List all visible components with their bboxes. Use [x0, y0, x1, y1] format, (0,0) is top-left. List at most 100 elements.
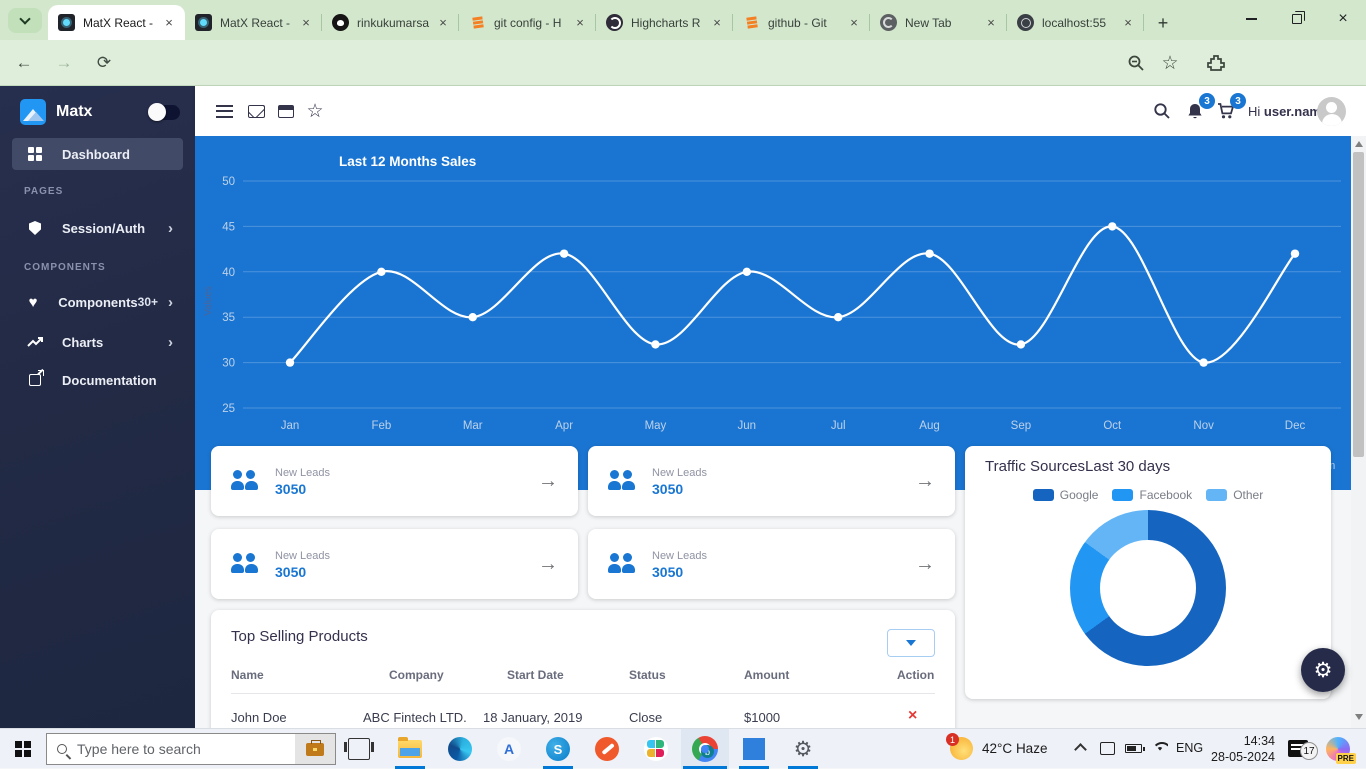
notifications-bell-icon[interactable]: 3 — [1183, 99, 1207, 123]
copilot-icon[interactable]: PRE — [1326, 737, 1350, 761]
column-header-status: Status — [629, 668, 666, 682]
sidebar-item-documentation[interactable]: Documentation — [12, 364, 183, 396]
sidebar-item-label: Dashboard — [62, 147, 173, 162]
taskbar-search-box[interactable]: Type here to search — [46, 733, 336, 765]
maximize-icon — [1292, 14, 1302, 24]
window-maximize-button[interactable] — [1274, 0, 1320, 38]
reload-button[interactable]: ⟳ — [90, 49, 118, 77]
scrollbar[interactable] — [1351, 136, 1366, 728]
browser-tab-5[interactable]: Highcharts R× — [596, 5, 733, 40]
task-view-icon[interactable] — [348, 738, 370, 760]
browser-tab-6[interactable]: github - Git× — [733, 5, 870, 40]
delete-row-x-icon[interactable]: × — [908, 707, 917, 725]
tab-close-icon[interactable]: × — [435, 15, 451, 31]
table-filter-dropdown[interactable] — [887, 629, 935, 657]
taskbar-a-app[interactable]: A — [485, 729, 533, 769]
table-title: Top Selling Products — [231, 628, 368, 645]
tab-label: Highcharts R — [631, 16, 709, 30]
forward-button[interactable]: → — [50, 49, 78, 77]
sidebar-section-pages: PAGES — [24, 186, 63, 197]
tab-list-chevron-button[interactable] — [8, 8, 42, 33]
tab-label: git config - H — [494, 16, 572, 30]
svg-text:50: 50 — [222, 176, 235, 188]
wifi-icon[interactable] — [1152, 742, 1168, 754]
tab-close-icon[interactable]: × — [1120, 15, 1136, 31]
new-leads-card-2[interactable]: New Leads3050 → — [588, 446, 955, 516]
tab-close-icon[interactable]: × — [709, 15, 725, 31]
new-leads-card-4[interactable]: New Leads3050 → — [588, 529, 955, 599]
browser-tab-4[interactable]: git config - H× — [459, 5, 596, 40]
sidebar-item-session-auth[interactable]: Session/Auth › — [12, 212, 183, 244]
cell-amount: $1000 — [744, 710, 780, 725]
tab-close-icon[interactable]: × — [161, 15, 177, 31]
arrow-right-icon[interactable]: → — [915, 470, 935, 493]
tab-close-icon[interactable]: × — [298, 15, 314, 31]
device-tray-icon[interactable] — [1100, 742, 1115, 755]
taskbar-slack[interactable] — [632, 729, 680, 769]
avatar[interactable] — [1317, 97, 1346, 126]
window-minimize-button[interactable] — [1228, 0, 1274, 38]
arrow-right-icon[interactable]: → — [538, 553, 558, 576]
cell-company: ABC Fintech LTD. — [363, 710, 467, 725]
menu-hamburger-icon[interactable] — [212, 99, 236, 123]
browser-tab-1[interactable]: MatX React -× — [48, 5, 185, 40]
web-asset-icon[interactable] — [274, 99, 298, 123]
taskbar-edge[interactable] — [436, 729, 484, 769]
battery-icon[interactable] — [1125, 744, 1142, 753]
tab-close-icon[interactable]: × — [572, 15, 588, 31]
mail-icon[interactable] — [244, 99, 268, 123]
cart-icon[interactable]: 3 — [1214, 99, 1238, 123]
weather-text[interactable]: 42°C Haze — [982, 741, 1047, 756]
zoom-icon[interactable] — [1122, 49, 1150, 77]
browser-tab-2[interactable]: MatX React -× — [185, 5, 322, 40]
clock[interactable]: 14:34 28-05-2024 — [1205, 734, 1275, 765]
scrollbar-thumb[interactable] — [1353, 152, 1364, 457]
sidebar-item-label: Charts — [62, 335, 168, 350]
taskbar-postman[interactable] — [583, 729, 631, 769]
arrow-right-icon[interactable]: → — [538, 470, 558, 493]
sidebar-item-components[interactable]: ♥ Components 30+ › — [12, 286, 183, 318]
tray-expand-chevron[interactable] — [1076, 741, 1085, 754]
window-close-button[interactable]: × — [1320, 0, 1366, 38]
scroll-down-arrow[interactable] — [1355, 714, 1363, 720]
action-center-icon[interactable]: 17 — [1288, 740, 1308, 757]
browser-tab-7[interactable]: New Tab× — [870, 5, 1007, 40]
taskbar-settings[interactable]: ⚙ — [779, 729, 827, 769]
legend-item-other: Other — [1206, 488, 1263, 502]
new-tab-button[interactable]: + — [1150, 10, 1176, 36]
browser-tab-8[interactable]: localhost:55× — [1007, 5, 1144, 40]
star-icon[interactable]: ☆ — [303, 99, 327, 123]
taskbar-file-explorer[interactable] — [386, 729, 434, 769]
language-indicator[interactable]: ENG — [1176, 741, 1203, 755]
gear-icon: ⚙ — [794, 737, 813, 762]
vscode-icon — [743, 738, 765, 760]
taskbar-chrome-active[interactable]: b — [681, 729, 729, 769]
tab-close-icon[interactable]: × — [983, 15, 999, 31]
search-icon[interactable] — [1150, 99, 1174, 123]
sidebar-mode-toggle[interactable] — [150, 105, 180, 120]
sidebar-item-label: Documentation — [62, 373, 173, 388]
bookmark-star-icon[interactable]: ☆ — [1156, 49, 1184, 77]
sidebar-item-dashboard[interactable]: Dashboard — [12, 138, 183, 170]
briefcase-button[interactable] — [295, 734, 335, 764]
matx-logo-icon — [20, 99, 46, 125]
lead-card-value: 3050 — [652, 564, 683, 580]
extensions-puzzle-icon[interactable] — [1202, 49, 1230, 77]
caret-down-icon — [906, 640, 916, 646]
arrow-right-icon[interactable]: → — [915, 553, 935, 576]
chart-title: Last 12 Months Sales — [339, 154, 476, 169]
start-button[interactable] — [0, 729, 46, 769]
legend-swatch — [1033, 489, 1054, 501]
sidebar-item-charts[interactable]: Charts › — [12, 326, 183, 358]
weather-tray-icon[interactable]: 1 — [950, 737, 973, 760]
new-leads-card-3[interactable]: New Leads3050 → — [211, 529, 578, 599]
new-leads-card-1[interactable]: New Leads3050 → — [211, 446, 578, 516]
scroll-up-arrow[interactable] — [1355, 141, 1363, 147]
taskbar-vscode[interactable] — [730, 729, 778, 769]
taskbar-skype[interactable]: S — [534, 729, 582, 769]
browser-tab-3[interactable]: rinkukumarsa× — [322, 5, 459, 40]
back-button[interactable]: ← — [10, 49, 38, 77]
chrome-profile-badge: b — [701, 745, 714, 758]
tab-close-icon[interactable]: × — [846, 15, 862, 31]
settings-fab-button[interactable]: ⚙ — [1301, 648, 1345, 692]
